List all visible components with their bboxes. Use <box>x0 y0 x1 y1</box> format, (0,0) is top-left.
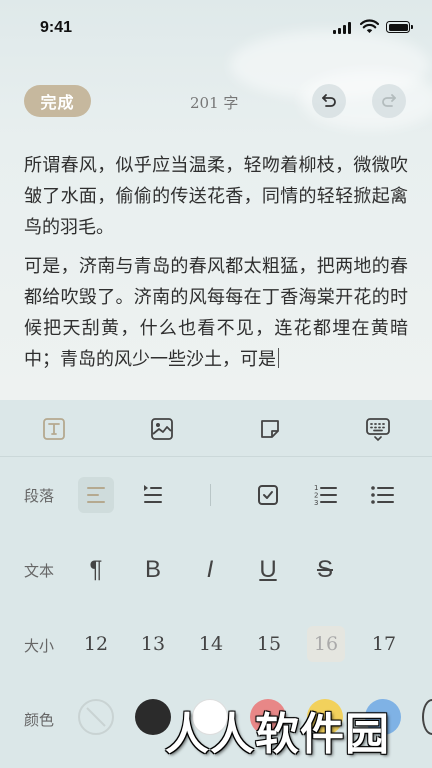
checklist-button[interactable] <box>250 477 286 513</box>
bullet-list-icon <box>371 486 394 504</box>
battery-icon <box>386 21 413 33</box>
bold-button[interactable]: B <box>135 552 171 588</box>
align-left-icon <box>87 487 105 503</box>
numbered-list-icon: 1 2 3 <box>314 484 337 507</box>
note-icon <box>261 420 279 438</box>
paragraph: 所谓春风，似乎应当温柔，轻吻着柳枝，微微吹皱了水面，偷偷的传送花香，同情的轻轻掀… <box>24 155 408 238</box>
tab-text-format[interactable] <box>40 415 68 443</box>
indent-button[interactable] <box>135 477 171 513</box>
svg-text:3: 3 <box>314 499 318 507</box>
size-label: 大小 <box>24 637 55 655</box>
size-option-selected[interactable]: 16 <box>307 626 345 662</box>
size-option[interactable]: 14 <box>192 626 230 662</box>
cellular-signal-icon <box>333 22 353 34</box>
italic-button[interactable]: I <box>192 552 228 588</box>
undo-button[interactable] <box>312 84 346 118</box>
underline-button[interactable]: U <box>250 552 286 588</box>
no-color-swatch[interactable] <box>78 699 114 735</box>
watermark-text: 人人软件园 <box>165 709 390 760</box>
text-cursor <box>278 348 279 368</box>
tab-note[interactable] <box>256 415 284 443</box>
panel-tab-bar <box>0 400 432 457</box>
italic-icon: I <box>206 556 214 583</box>
tab-insert-image[interactable] <box>148 415 176 443</box>
wifi-icon <box>360 19 379 33</box>
status-time: 9:41 <box>40 19 73 36</box>
keyboard-icon <box>366 418 390 442</box>
checkbox-icon <box>258 485 278 505</box>
underline-icon: U <box>259 556 277 583</box>
paragraph: 可是，济南与青岛的春风都太粗猛，把两地的春都给吹毁了。济南的风每每在丁香海棠开花… <box>24 256 408 370</box>
align-left-button[interactable] <box>78 477 114 513</box>
text-editor[interactable]: 所谓春风，似乎应当温柔，轻吻着柳枝，微微吹皱了水面，偷偷的传送花香，同情的轻轻掀… <box>24 150 408 383</box>
image-icon <box>151 418 173 440</box>
size-option[interactable]: 12 <box>77 626 115 662</box>
strikethrough-button[interactable]: S <box>307 552 343 588</box>
pilcrow-icon: ¶ <box>89 556 103 583</box>
text-label: 文本 <box>24 562 55 580</box>
size-option[interactable]: 13 <box>134 626 172 662</box>
paragraph-mark-button[interactable]: ¶ <box>78 552 114 588</box>
size-option[interactable]: 17 <box>365 626 403 662</box>
text-format-icon <box>43 418 65 440</box>
bold-icon: B <box>144 556 161 583</box>
no-color-icon <box>86 707 106 727</box>
done-button[interactable]: 完成 <box>24 85 91 117</box>
tab-hide-keyboard[interactable] <box>364 415 392 443</box>
redo-icon <box>382 94 396 107</box>
divider <box>210 484 211 506</box>
undo-icon <box>322 94 336 107</box>
redo-button[interactable] <box>372 84 406 118</box>
word-count: 201 字 <box>190 94 239 112</box>
paragraph-label: 段落 <box>24 487 55 505</box>
numbered-list-button[interactable]: 1 2 3 <box>307 477 343 513</box>
strikethrough-icon: S <box>316 556 333 583</box>
size-option[interactable]: 15 <box>250 626 288 662</box>
bullet-list-button[interactable] <box>364 477 400 513</box>
indent-icon <box>144 485 162 503</box>
status-bar: 9:41 <box>0 0 432 56</box>
color-label: 颜色 <box>24 711 55 729</box>
